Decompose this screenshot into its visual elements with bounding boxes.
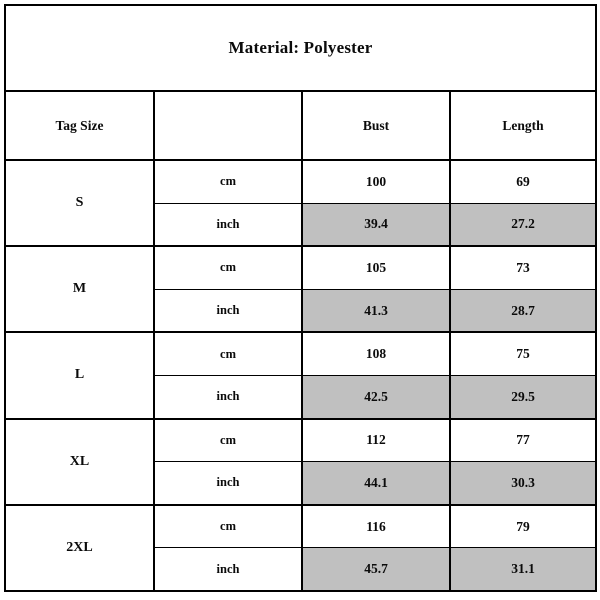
- length-value-cm: 79: [448, 503, 598, 549]
- tag-size-value: M: [4, 245, 155, 334]
- length-value-inch: 27.2: [448, 202, 598, 248]
- table-row: M cm 105 73: [4, 245, 598, 334]
- unit-label-cm: cm: [153, 503, 303, 549]
- column-header-length: Length: [448, 90, 598, 161]
- bust-value-inch: 39.4: [301, 202, 451, 248]
- length-value-inch: 28.7: [448, 288, 598, 334]
- table-row: L cm 108 75: [4, 331, 598, 420]
- table-row: XL cm 112 77: [4, 417, 598, 506]
- bust-value-cm: 108: [301, 331, 451, 376]
- bust-value-inch: 45.7: [301, 547, 451, 593]
- title-row: Material: Polyester: [3, 4, 598, 92]
- unit-label-inch: inch: [153, 202, 303, 248]
- bust-value-inch: 42.5: [301, 374, 451, 420]
- unit-label-inch: inch: [153, 547, 303, 593]
- table-row: S cm 100 69: [4, 158, 598, 248]
- size-chart-table: Material: Polyester Tag Size Bust Length…: [3, 4, 598, 593]
- length-value-inch: 30.3: [448, 461, 598, 506]
- length-value-inch: 29.5: [448, 374, 598, 420]
- bust-value-inch: 44.1: [301, 461, 451, 506]
- tag-size-value: L: [4, 331, 155, 420]
- unit-label-cm: cm: [153, 158, 303, 204]
- length-value-inch: 31.1: [448, 547, 598, 593]
- tag-size-value: S: [4, 158, 155, 248]
- size-chart-container: Material: Polyester Tag Size Bust Length…: [3, 4, 598, 593]
- material-title: Material: Polyester: [3, 4, 598, 92]
- unit-label-cm: cm: [153, 417, 303, 463]
- column-header-bust: Bust: [301, 90, 451, 161]
- bust-value-cm: 116: [301, 503, 451, 549]
- unit-label-inch: inch: [153, 288, 303, 334]
- bust-value-inch: 41.3: [301, 288, 451, 334]
- table-row: 2XL cm 116 79: [4, 503, 598, 593]
- length-value-cm: 75: [448, 331, 598, 376]
- bust-value-cm: 112: [301, 417, 451, 463]
- unit-label-inch: inch: [153, 374, 303, 420]
- unit-label-cm: cm: [153, 245, 303, 290]
- bust-value-cm: 100: [301, 158, 451, 204]
- length-value-cm: 77: [448, 417, 598, 463]
- tag-size-value: 2XL: [4, 503, 155, 593]
- column-header-tag-size: Tag Size: [4, 90, 155, 161]
- unit-label-inch: inch: [153, 461, 303, 506]
- unit-label-cm: cm: [153, 331, 303, 376]
- length-value-cm: 69: [448, 158, 598, 204]
- column-header-unit: [153, 90, 303, 161]
- length-value-cm: 73: [448, 245, 598, 290]
- column-header-row: Tag Size Bust Length: [4, 90, 598, 161]
- tag-size-value: XL: [4, 417, 155, 506]
- bust-value-cm: 105: [301, 245, 451, 290]
